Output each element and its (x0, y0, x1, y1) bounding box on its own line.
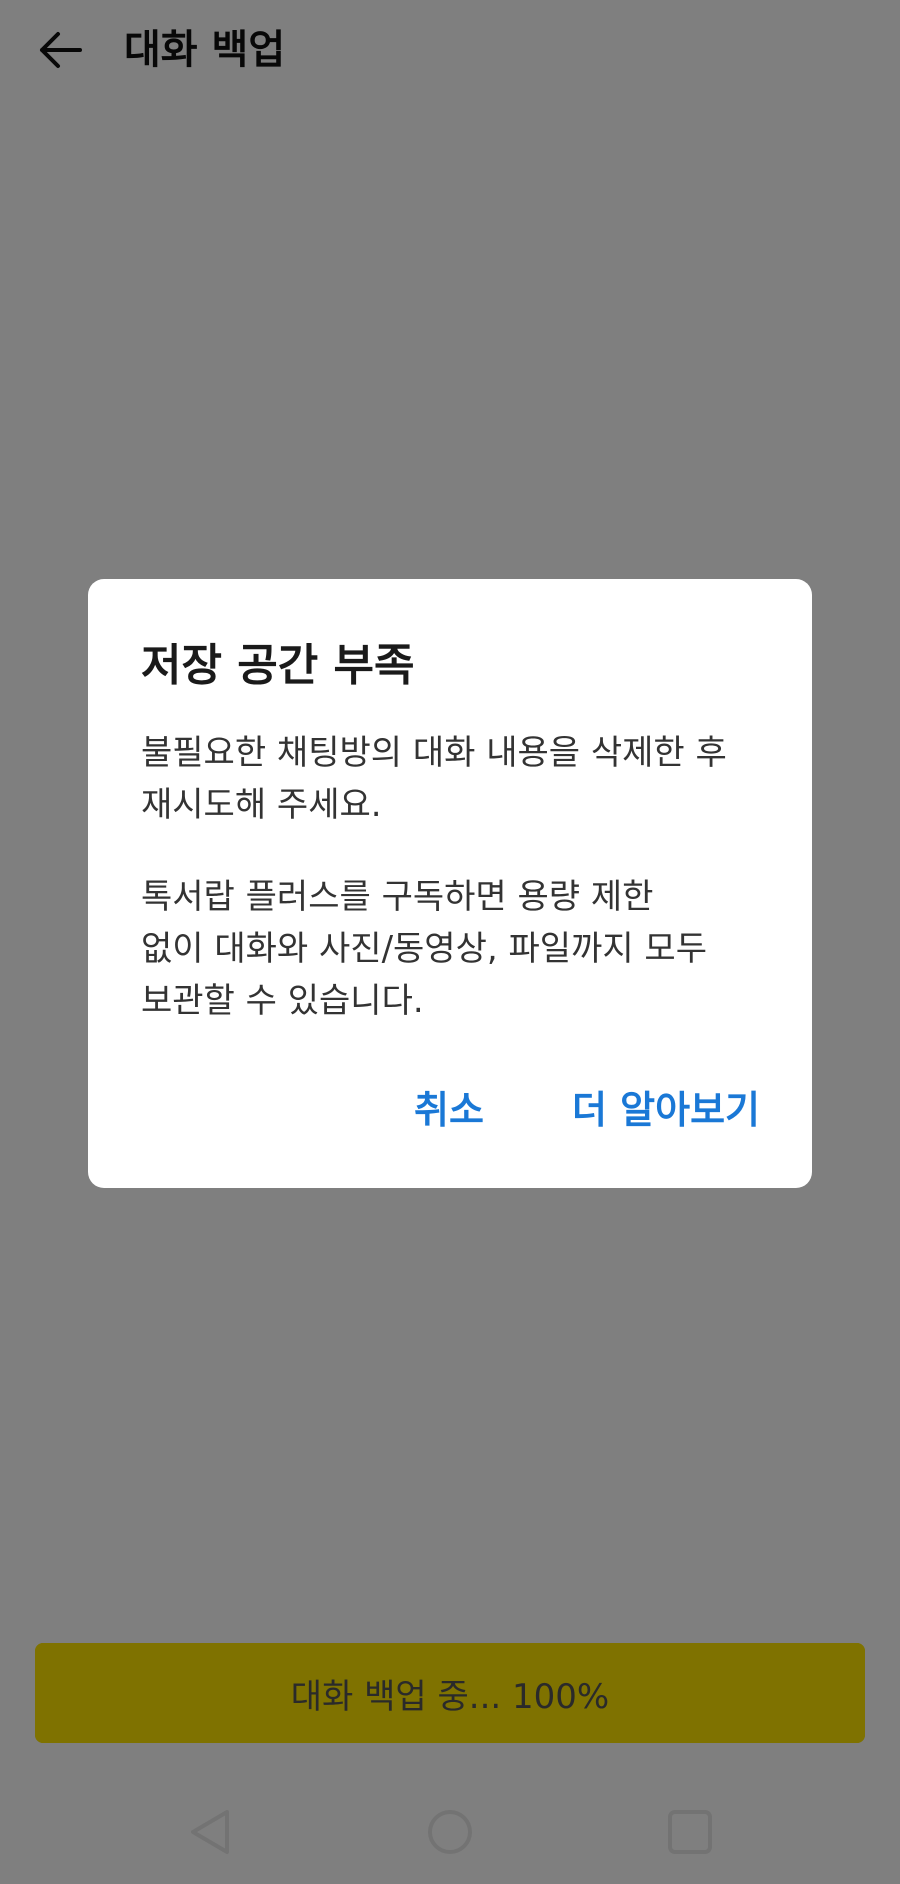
dialog-message: 불필요한 채팅방의 대화 내용을 삭제한 후 재시도해 주세요. (141, 733, 727, 825)
dialog-actions: 취소 더 알아보기 (414, 1079, 760, 1134)
dialog-subscription-message: 톡서랍 플러스를 구독하면 용량 제한 없이 대화와 사진/동영상, 파일까지 … (141, 877, 707, 1021)
dialog-title: 저장 공간 부족 (141, 640, 415, 691)
learn-more-button[interactable]: 더 알아보기 (572, 1079, 760, 1134)
storage-full-dialog: 저장 공간 부족 불필요한 채팅방의 대화 내용을 삭제한 후 재시도해 주세요… (88, 579, 812, 1188)
cancel-button[interactable]: 취소 (414, 1079, 484, 1134)
